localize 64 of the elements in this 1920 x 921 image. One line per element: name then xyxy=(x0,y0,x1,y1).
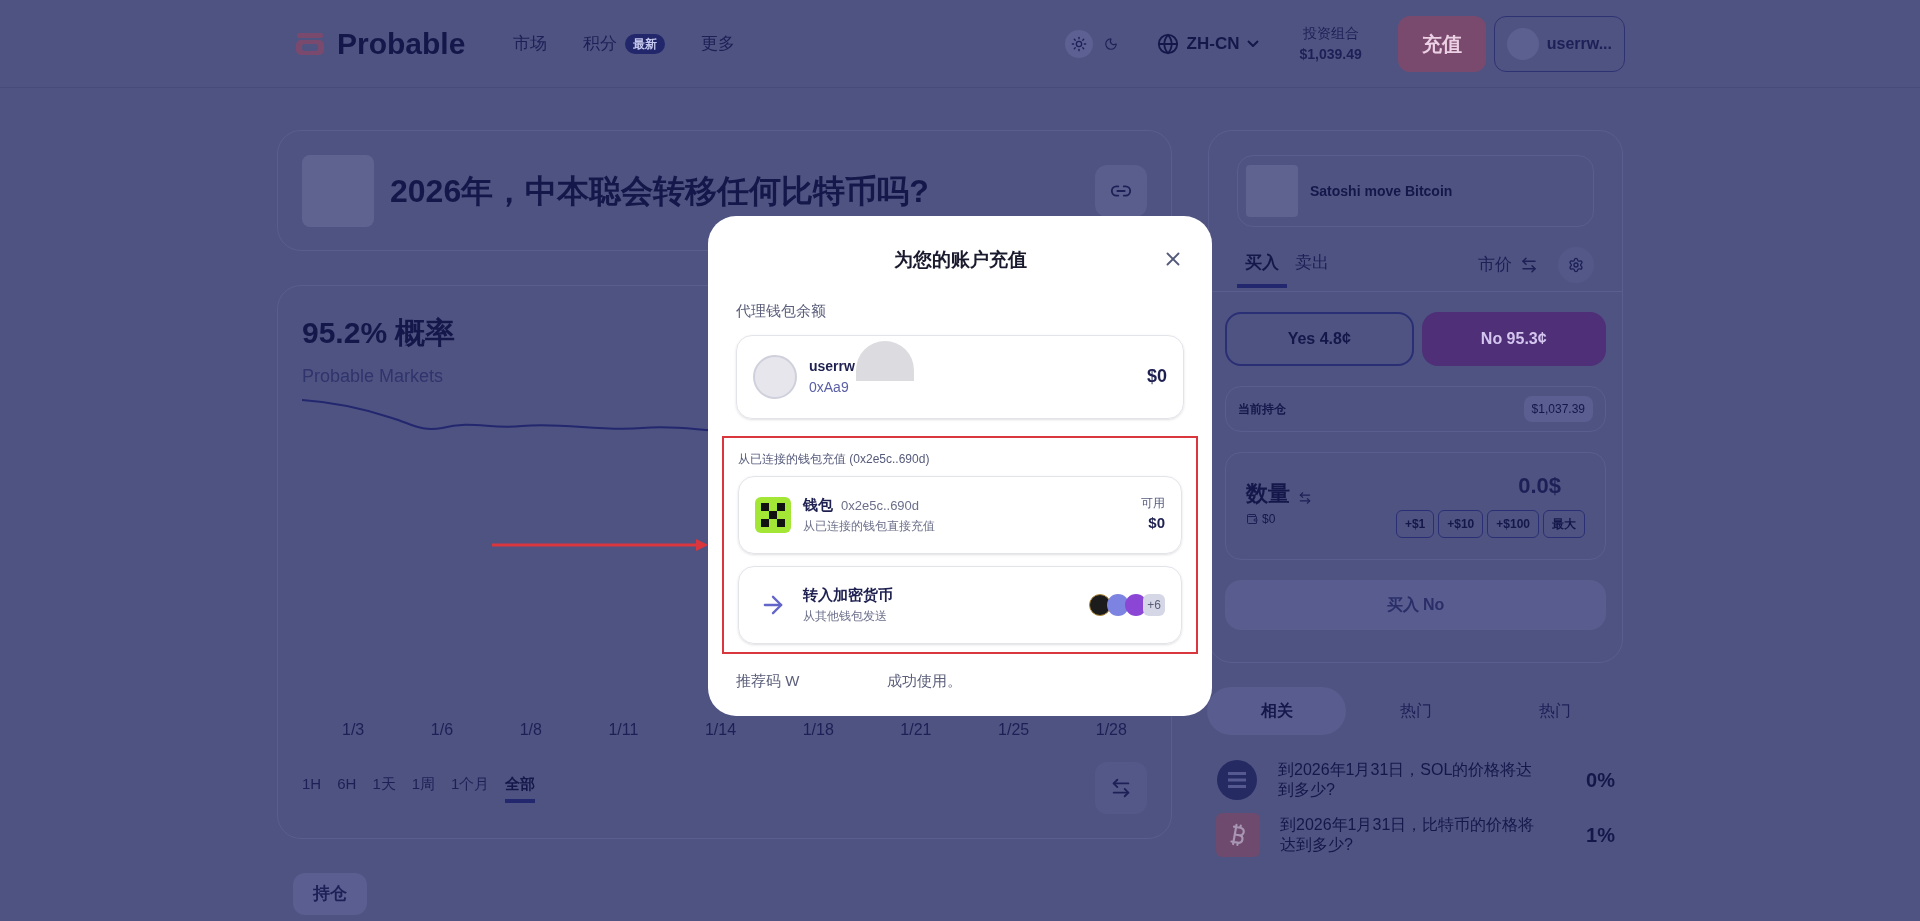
new-badge: 最新 xyxy=(625,33,666,54)
related-tab[interactable]: 相关 xyxy=(1207,687,1346,735)
related-market-item[interactable]: 到2026年1月31日，比特币的价格将达到多少? 1% xyxy=(1216,813,1615,857)
moon-icon xyxy=(1103,36,1118,51)
sun-icon xyxy=(1070,35,1087,52)
dialog-title: 为您的账户充值 xyxy=(893,247,1027,272)
deposit-option[interactable]: 转入加密货币 从其他钱包发送 +6 xyxy=(738,565,1182,644)
swap-icon xyxy=(1110,777,1132,799)
quick-amount-button[interactable]: 最大 xyxy=(1543,510,1585,538)
wallet-address: 0x2e5c..690d xyxy=(841,497,920,516)
copy-link-button[interactable] xyxy=(1095,164,1147,217)
available-label: 可用 xyxy=(1141,495,1165,513)
quick-amount-button[interactable]: +$100 xyxy=(1487,510,1539,538)
outcome-button[interactable]: No 95.3¢ xyxy=(1421,312,1606,366)
option-subtitle: 从已连接的钱包直接充值 xyxy=(803,517,936,535)
swap-button[interactable] xyxy=(1095,762,1147,814)
amount-label: 数量 xyxy=(1246,480,1290,508)
range-tab[interactable]: 全部 xyxy=(505,772,536,804)
brand-logo[interactable]: Probable xyxy=(337,21,466,66)
available-value: $0 xyxy=(1148,513,1165,534)
account-balance: $0 xyxy=(1146,365,1167,388)
holding-value: $1,037.39 xyxy=(1523,396,1593,422)
holding-label: 当前持仓 xyxy=(1238,401,1287,418)
swap-icon xyxy=(1520,256,1538,274)
checker-logo-icon xyxy=(755,496,791,533)
related-percent: 1% xyxy=(1585,823,1615,848)
globe-icon xyxy=(1156,32,1179,55)
bitcoin-icon xyxy=(1216,813,1260,857)
quick-amount-button[interactable]: +$10 xyxy=(1438,510,1484,538)
option-title: 钱包 xyxy=(803,495,833,516)
wallet-icon xyxy=(1246,513,1258,525)
market-title: 2026年，中本聪会转移任何比特币吗? xyxy=(390,171,930,211)
more-coins-count: +6 xyxy=(1143,593,1165,616)
settings-icon xyxy=(1568,257,1584,273)
market-short-title: Satoshi move Bitcoin xyxy=(1310,181,1453,201)
deposit-button[interactable]: 充值 xyxy=(1397,15,1486,72)
swap-icon xyxy=(1298,490,1312,505)
balance-value: $0 xyxy=(1262,511,1276,528)
settings-button[interactable] xyxy=(1558,247,1594,283)
outcome-button[interactable]: Yes 4.8¢ xyxy=(1225,312,1414,366)
logo-icon xyxy=(295,30,325,57)
account-address: 0xAa9 xyxy=(809,377,850,397)
quick-amount-button[interactable]: +$1 xyxy=(1395,510,1435,538)
trade-side-tab[interactable]: 买入 xyxy=(1237,250,1287,288)
option-subtitle: 从其他钱包发送 xyxy=(803,607,888,625)
account-name: userrw xyxy=(809,356,855,376)
positions-tab[interactable]: 持仓 xyxy=(293,873,367,915)
referral-text: 成功使用。 xyxy=(887,670,963,691)
probability-value: 95.2% 概率 xyxy=(302,315,456,351)
language-selector[interactable]: ZH-CN xyxy=(1156,30,1260,57)
referral-text: 推荐码 W xyxy=(736,670,800,691)
related-question: 到2026年1月31日，SOL的价格将达到多少? xyxy=(1278,760,1534,800)
user-avatar xyxy=(753,354,797,399)
option-title: 转入加密货币 xyxy=(803,585,893,606)
redaction-mark xyxy=(856,340,914,381)
related-percent: 0% xyxy=(1585,768,1615,793)
related-market-item[interactable]: 到2026年1月31日，SOL的价格将达到多少? 0% xyxy=(1216,759,1615,801)
related-question: 到2026年1月31日，比特币的价格将达到多少? xyxy=(1280,815,1536,855)
sun-toggle[interactable] xyxy=(1064,29,1093,58)
connected-wallet-label: 从已连接的钱包充值 (0x2e5c..690d) xyxy=(738,450,931,468)
coin-stripes-icon xyxy=(1216,759,1258,801)
proxy-balance-label: 代理钱包余额 xyxy=(736,301,827,321)
chevron-down-icon xyxy=(1247,40,1260,47)
deposit-option[interactable]: 钱包 0x2e5c..690d 从已连接的钱包直接充值 可用 $0 xyxy=(738,475,1182,554)
